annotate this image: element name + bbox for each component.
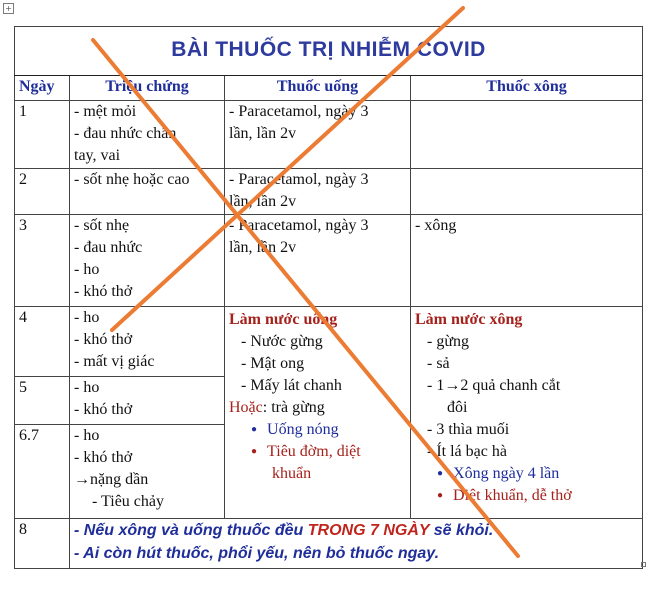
cross-out-mark <box>91 6 520 558</box>
cross-stroke-rising <box>110 6 465 332</box>
cross-stroke-falling <box>91 38 520 558</box>
